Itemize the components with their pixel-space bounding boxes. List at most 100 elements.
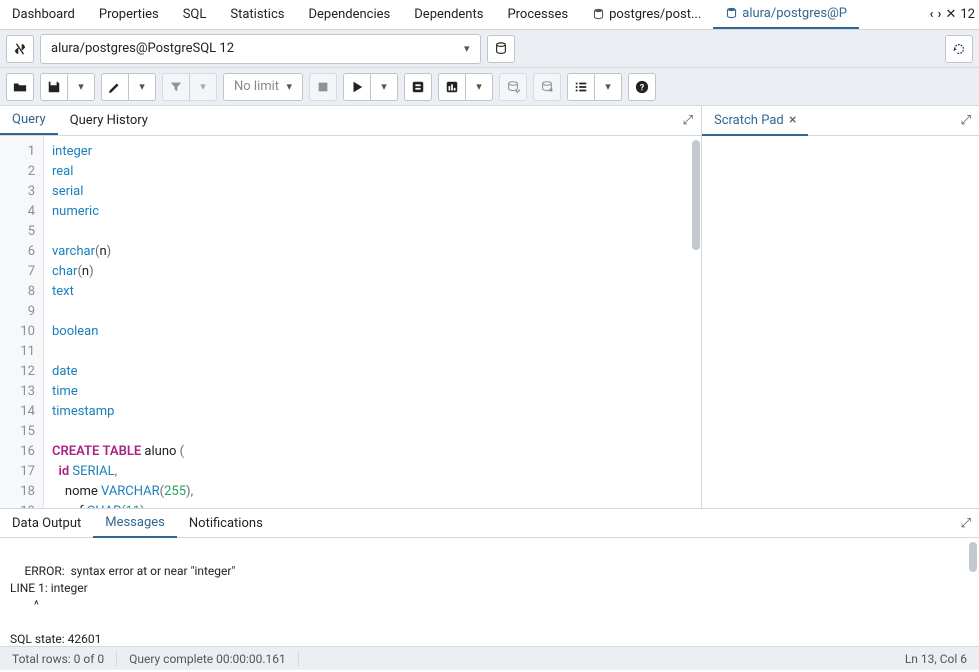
- tab-nav: ‹ › ✕12: [926, 7, 979, 22]
- tab-notifications[interactable]: Notifications: [177, 510, 275, 537]
- line-number: 2: [0, 162, 35, 182]
- output-text: ERROR: syntax error at or near "integer"…: [10, 564, 235, 646]
- code-editor[interactable]: 12345678910111213141516171819 integerrea…: [0, 136, 702, 508]
- save-dropdown[interactable]: ▾: [67, 73, 95, 101]
- tab-messages[interactable]: Messages: [93, 509, 177, 538]
- code-line: [52, 422, 701, 442]
- line-number: 12: [0, 362, 35, 382]
- line-number: 18: [0, 482, 35, 502]
- code-line: CREATE TABLE aluno (: [52, 442, 701, 462]
- editor-scrollbar[interactable]: [692, 140, 700, 250]
- commit-button[interactable]: [499, 73, 527, 101]
- refresh-icon: [952, 42, 966, 56]
- expand-scratch-icon[interactable]: ⤢: [961, 113, 971, 128]
- code-line: integer: [52, 142, 701, 162]
- filter-icon: [169, 80, 183, 94]
- code-line: real: [52, 162, 701, 182]
- line-number: 3: [0, 182, 35, 202]
- line-number: 19: [0, 502, 35, 508]
- edit-button[interactable]: [101, 73, 129, 101]
- line-number: 10: [0, 322, 35, 342]
- stop-button[interactable]: [309, 73, 337, 101]
- open-file-button[interactable]: [6, 73, 34, 101]
- explain-analyze-button[interactable]: [438, 73, 466, 101]
- expand-output-icon[interactable]: ⤢: [961, 516, 971, 531]
- status-cursor: Ln 13, Col 6: [893, 652, 979, 666]
- connection-status-button[interactable]: [6, 35, 34, 63]
- limit-select[interactable]: No limit ▾: [223, 73, 303, 101]
- macros-button[interactable]: [567, 73, 595, 101]
- status-rows: Total rows: 0 of 0: [0, 652, 117, 666]
- scratch-pad[interactable]: [702, 136, 979, 508]
- save-button[interactable]: [40, 73, 68, 101]
- expand-editor-icon[interactable]: ⤢: [683, 113, 693, 128]
- limit-label: No limit: [234, 79, 279, 94]
- code-line: numeric: [52, 202, 701, 222]
- svg-text:?: ?: [640, 83, 645, 93]
- code-line: [52, 222, 701, 242]
- line-gutter: 12345678910111213141516171819: [0, 136, 44, 508]
- tab-prev-icon[interactable]: ‹: [930, 7, 934, 22]
- code-line: timestamp: [52, 402, 701, 422]
- tab-close-icon[interactable]: ✕: [945, 7, 956, 22]
- stop-icon: [316, 80, 330, 94]
- database-icon: [592, 8, 605, 21]
- explain-button[interactable]: [404, 73, 432, 101]
- tab-dependencies[interactable]: Dependencies: [296, 1, 402, 28]
- tab-properties[interactable]: Properties: [87, 1, 171, 28]
- line-number: 6: [0, 242, 35, 262]
- toolbar: ▾ ▾ ▾ No limit ▾ ▾: [0, 68, 979, 106]
- database-icon: [494, 42, 508, 56]
- status-bar: Total rows: 0 of 0 Query complete 00:00:…: [0, 646, 979, 670]
- tab-scratch-pad[interactable]: Scratch Pad ×: [702, 106, 808, 136]
- filter-dropdown[interactable]: ▾: [189, 73, 217, 101]
- line-number: 9: [0, 302, 35, 322]
- code-line: [52, 302, 701, 322]
- macros-dropdown[interactable]: ▾: [594, 73, 622, 101]
- file-tab[interactable]: postgres/post...: [580, 1, 713, 28]
- explain-dropdown[interactable]: ▾: [465, 73, 493, 101]
- tab-processes[interactable]: Processes: [495, 1, 580, 28]
- run-button[interactable]: [343, 73, 371, 101]
- close-icon[interactable]: ×: [789, 112, 796, 128]
- code-body[interactable]: integerrealserialnumeric varchar(n)char(…: [44, 136, 701, 508]
- database-icon: [725, 7, 738, 20]
- tab-dependents[interactable]: Dependents: [402, 1, 495, 28]
- line-number: 16: [0, 442, 35, 462]
- file-tab[interactable]: alura/postgres@P: [713, 0, 859, 29]
- edit-dropdown[interactable]: ▾: [128, 73, 156, 101]
- tab-statistics[interactable]: Statistics: [218, 1, 296, 28]
- new-connection-button[interactable]: [487, 35, 515, 63]
- code-line: [52, 342, 701, 362]
- line-number: 7: [0, 262, 35, 282]
- list-icon: [574, 80, 588, 94]
- help-button[interactable]: ?: [628, 73, 656, 101]
- tab-dashboard[interactable]: Dashboard: [0, 1, 87, 28]
- connection-off-icon: [13, 42, 27, 56]
- line-number: 11: [0, 342, 35, 362]
- code-line: id SERIAL,: [52, 462, 701, 482]
- messages-output[interactable]: ERROR: syntax error at or near "integer"…: [0, 538, 979, 646]
- line-number: 15: [0, 422, 35, 442]
- filter-button[interactable]: [162, 73, 190, 101]
- chevron-down-icon: ▾: [286, 80, 292, 93]
- save-icon: [47, 80, 61, 94]
- reset-layout-button[interactable]: [945, 35, 973, 63]
- tab-next-icon[interactable]: ›: [938, 7, 942, 22]
- chevron-down-icon: ▾: [464, 42, 470, 55]
- tab-sql[interactable]: SQL: [171, 1, 219, 28]
- status-time: Query complete 00:00:00.161: [117, 652, 299, 666]
- chevron-down-icon: ▾: [200, 80, 206, 93]
- line-number: 8: [0, 282, 35, 302]
- run-dropdown[interactable]: ▾: [370, 73, 398, 101]
- connection-select[interactable]: alura/postgres@PostgreSQL 12 ▾: [40, 34, 481, 64]
- output-scrollbar[interactable]: [969, 542, 977, 572]
- code-line: boolean: [52, 322, 701, 342]
- tab-data-output[interactable]: Data Output: [0, 510, 93, 537]
- commit-icon: [506, 80, 520, 94]
- rollback-button[interactable]: [533, 73, 561, 101]
- tab-query-history[interactable]: Query History: [58, 107, 160, 134]
- scratch-panel-header: Scratch Pad × ⤢: [702, 106, 979, 135]
- help-icon: ?: [635, 80, 649, 94]
- tab-query[interactable]: Query: [0, 106, 58, 135]
